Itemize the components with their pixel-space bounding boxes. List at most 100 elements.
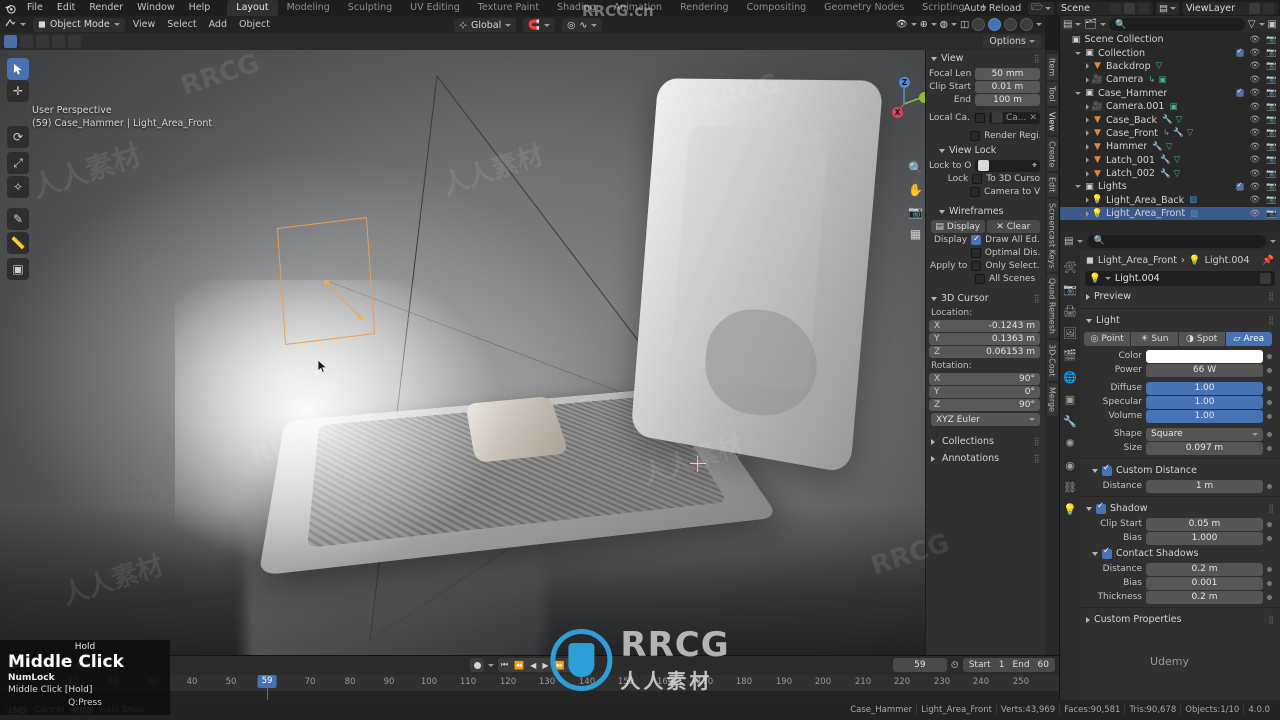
animate-property-dot[interactable] [1267,535,1272,541]
outliner-row[interactable]: ▼ Latch_002 🔧 ▽ 👁 📷 [1060,167,1280,180]
auto-keying-button[interactable] [470,658,484,672]
animate-property-dot[interactable] [1267,353,1272,359]
tab-object-properties-icon[interactable]: ▣ [1063,392,1078,407]
select-subtract-icon[interactable] [36,35,49,48]
shadow-clip-start-row[interactable]: Clip Start 0.05 m [1080,517,1280,531]
xray-toggle-icon[interactable]: ◫ [960,19,969,30]
chevron-right-icon[interactable] [1086,130,1089,137]
cursor-rot-z[interactable]: Z 90° [929,398,1040,411]
light-power-row[interactable]: Power 66 W [1080,363,1280,377]
custom-distance-row[interactable]: Distance 1 m [1080,479,1280,493]
draw-all-edges-checkbox[interactable] [971,234,982,245]
tab-sculpting[interactable]: Sculpting [339,0,401,16]
new-viewlayer-icon[interactable] [1249,2,1260,14]
outliner-editor[interactable]: ▤ 🗂 🔍 ▽ ▣ ▣ Scene Collection 👁 📷 ▣ Collection… [1059,16,1280,232]
modifier-icon[interactable]: 🔧 [1173,128,1184,138]
exclude-collection-checkbox[interactable] [1235,181,1244,191]
light-shape-row[interactable]: Shape Square [1080,427,1280,441]
tool-transform[interactable]: ✧ [7,176,29,198]
modifier-icon[interactable]: 🔧 [1162,115,1173,125]
visibility-dropdown-icon[interactable]: 👁 [896,19,908,30]
sidepanel-tab-screencast-keys[interactable]: Screencast Keys [1046,198,1058,273]
exclude-collection-checkbox[interactable] [1235,87,1244,98]
chevron-down-icon[interactable] [1075,185,1081,189]
eye-visibility-icon[interactable]: 👁 [1250,61,1261,71]
viewport-menu-add[interactable]: Add [203,19,233,30]
preview-panel-header[interactable]: Preview ⣿ [1080,288,1280,305]
cursor-loc-z[interactable]: Z 0.06153 m [929,345,1040,358]
zoom-icon[interactable]: 🔍 [908,160,923,175]
cursor-rot-x[interactable]: X 90° [929,372,1040,385]
auto-reload-label[interactable]: Auto Reload [964,3,1025,14]
blender-logo-icon[interactable] [0,2,20,15]
annotations-panel-header[interactable]: Annotations ⣿ [926,450,1045,467]
pin-icon[interactable] [1110,2,1122,14]
camera-data-icon[interactable]: ▣ [1158,75,1166,85]
cursor-loc-x-row[interactable]: X -0.1243 m [926,319,1045,332]
clip-end-row[interactable]: End 100 m [926,93,1045,106]
eye-visibility-icon[interactable]: 👁 [1250,169,1261,179]
viewport-menu-object[interactable]: Object [233,19,276,30]
tab-physics-properties-icon[interactable]: ◉ [1063,458,1078,473]
render-visibility-icon[interactable]: 📷 [1266,115,1277,125]
outliner-display-mode-icon[interactable]: 🗂 [1084,19,1097,30]
animate-property-dot[interactable] [1267,367,1272,373]
light-type-point[interactable]: ◎ Point [1084,332,1131,346]
delete-scene-icon[interactable] [1138,2,1150,14]
outliner-row[interactable]: 💡 Light_Area_Front ▧ 👁 📷 [1060,207,1280,221]
color-swatch[interactable] [1146,349,1263,363]
ortho-persp-toggle-icon[interactable]: ▦ [908,226,923,241]
custom-distance-checkbox[interactable] [1102,463,1112,476]
contact-shadows-checkbox[interactable] [1102,546,1112,559]
modifier-icon[interactable]: 🔧 [1160,155,1171,165]
transport-controls[interactable]: ⏮ ⏪ ◀ ▶ ⏩ ⏭ [498,658,581,672]
animate-property-dot[interactable] [1267,445,1272,451]
shadow-bias-value[interactable]: 1.000 [1146,531,1263,545]
light-datablock-field[interactable]: 💡 Light.004 [1085,271,1275,286]
tab-uv-editing[interactable]: UV Editing [401,0,469,16]
modifier-icon[interactable]: 🔧 [1152,142,1163,152]
mesh-data-icon[interactable]: ▽ [1174,155,1181,165]
select-box-tool-icon[interactable] [4,35,17,48]
eye-visibility-icon[interactable]: 👁 [1250,35,1261,45]
eye-visibility-icon[interactable]: 👁 [1250,195,1261,205]
eye-visibility-icon[interactable]: 👁 [1250,182,1261,192]
scene-name-field[interactable]: Scene [1057,1,1154,15]
size-value[interactable]: 0.097 m [1146,441,1263,455]
light-type-spot[interactable]: ◑ Spot [1178,332,1225,346]
drag-grip-icon[interactable]: ⣿ [1034,454,1040,463]
render-visibility-icon[interactable]: 📷 [1266,128,1277,138]
shadow-checkbox[interactable] [1096,501,1106,514]
tool-tweak[interactable] [7,58,29,80]
camera-to-view-row[interactable]: Camera to V... [926,185,1045,198]
volume-value[interactable]: 1.00 [1146,409,1263,423]
contact-shadows-header[interactable]: Contact Shadows [1080,545,1280,562]
axis-z-dot[interactable]: Z [899,77,910,88]
clip-end-value[interactable]: 100 m [975,93,1040,106]
clip-start-row[interactable]: Clip Start 0.01 m [926,80,1045,93]
eyedropper-icon[interactable]: ⌖ [1032,161,1037,171]
chevron-right-icon[interactable] [1086,76,1089,83]
wireframe-display-button[interactable]: ▤ Display [931,220,985,233]
lock-3d-cursor-checkbox[interactable] [972,173,983,184]
chevron-right-icon[interactable] [1086,117,1089,124]
viewlayer-browse-dropdown[interactable]: ▤ [1156,1,1179,15]
tool-add-cube[interactable]: ▣ [7,258,29,280]
cursor-loc-z-row[interactable]: Z 0.06153 m [926,345,1045,358]
custom-distance-value[interactable]: 1 m [1146,479,1263,493]
view-panel-header[interactable]: View ⣿ [926,50,1045,67]
select-intersect-icon[interactable] [68,35,81,48]
light-data-icon[interactable]: ▧ [1189,195,1197,205]
eye-visibility-icon[interactable]: 👁 [1250,88,1261,98]
tab-modeling[interactable]: Modeling [278,0,339,16]
animate-property-dot[interactable] [1267,431,1272,437]
light-type-area[interactable]: ▱ Area [1225,332,1272,346]
outliner-row[interactable]: 🎥 Camera ↳ ▣ 👁 📷 [1060,73,1280,86]
local-camera-field[interactable]: Ca... ✕ [989,111,1040,124]
light-volume-row[interactable]: Volume 1.00 [1080,409,1280,423]
axis-x-dot[interactable]: X [892,107,903,118]
cursor-rot-z-row[interactable]: Z 90° [926,398,1045,411]
current-frame-field[interactable]: 59 [892,658,947,672]
shadow-panel-header[interactable]: Shadow ⣿ [1080,500,1280,517]
mesh-data-icon[interactable]: ▽ [1156,61,1163,71]
